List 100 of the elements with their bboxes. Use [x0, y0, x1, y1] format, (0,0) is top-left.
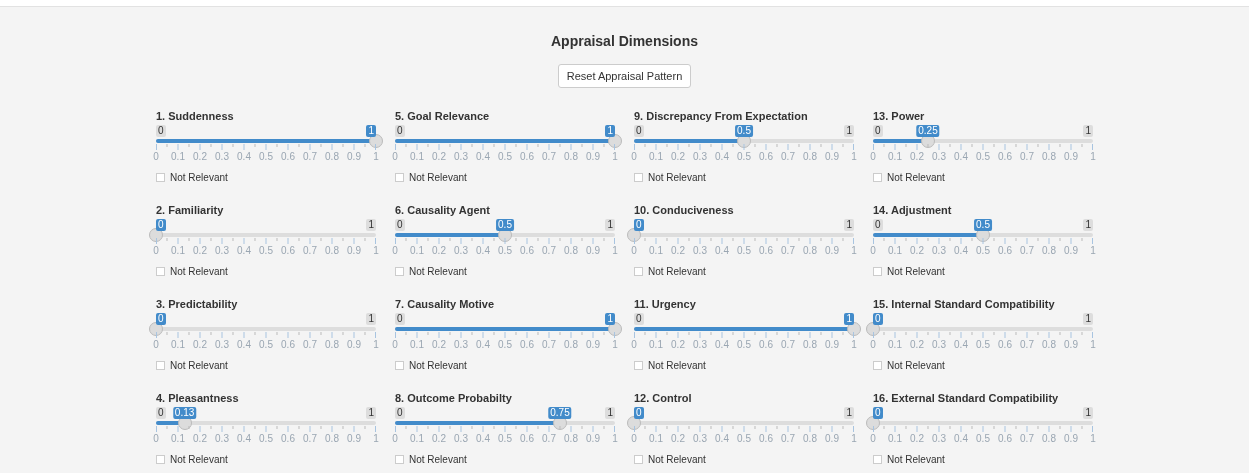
tick-label: 0.5: [976, 339, 990, 351]
tick-label: 0.7: [781, 151, 795, 163]
min-label: 0: [873, 219, 883, 231]
value-label: 0: [634, 219, 644, 231]
tick-label: 0.8: [325, 151, 339, 163]
checkbox[interactable]: [156, 173, 165, 182]
checkbox-label[interactable]: Not Relevant: [409, 360, 467, 371]
checkbox[interactable]: [634, 267, 643, 276]
checkbox[interactable]: [634, 455, 643, 464]
checkbox[interactable]: [873, 361, 882, 370]
slider-handle[interactable]: [627, 228, 641, 242]
tick-label: 0.2: [910, 245, 924, 257]
value-label: 0.5: [735, 125, 753, 137]
tick-label: 0.8: [325, 245, 339, 257]
tick-label: 0.1: [410, 245, 424, 257]
slider-label: 16. External Standard Compatibility: [873, 392, 1060, 406]
slider-handle[interactable]: [627, 416, 641, 430]
tick-label: 0.3: [932, 245, 946, 257]
tick-label: 0.4: [954, 433, 968, 445]
tick-label: 0.5: [976, 433, 990, 445]
tick-label: 0.6: [281, 433, 295, 445]
tick-label: 0.7: [542, 339, 556, 351]
tick-label: 0.3: [932, 339, 946, 351]
checkbox[interactable]: [156, 267, 165, 276]
tick-label: 0.6: [281, 245, 295, 257]
tick-label: 0.6: [759, 151, 773, 163]
value-label: 1: [605, 313, 615, 325]
checkbox-label[interactable]: Not Relevant: [170, 266, 228, 277]
tick-label: 0.4: [237, 245, 251, 257]
checkbox[interactable]: [156, 455, 165, 464]
checkbox[interactable]: [873, 455, 882, 464]
checkbox-label[interactable]: Not Relevant: [887, 266, 945, 277]
tick-label: 0.1: [410, 339, 424, 351]
checkbox-label[interactable]: Not Relevant: [170, 454, 228, 465]
checkbox-label[interactable]: Not Relevant: [409, 454, 467, 465]
checkbox[interactable]: [395, 267, 404, 276]
tick-label: 0.1: [171, 151, 185, 163]
tick-label: 0.8: [564, 245, 578, 257]
tick-label: 0.1: [649, 433, 663, 445]
slider-handle[interactable]: [866, 322, 880, 336]
tick-label: 0.5: [259, 339, 273, 351]
slider-label: 10. Conduciveness: [634, 204, 735, 218]
checkbox[interactable]: [873, 267, 882, 276]
tick-label: 0.1: [888, 245, 902, 257]
value-label: 0: [873, 313, 883, 325]
tick-label: 0.7: [781, 339, 795, 351]
tick-label: 0.4: [954, 245, 968, 257]
checkbox-label[interactable]: Not Relevant: [887, 360, 945, 371]
tick-label: 0.9: [586, 433, 600, 445]
tick-label: 0.2: [432, 245, 446, 257]
max-label: 1: [366, 219, 376, 231]
checkbox[interactable]: [634, 361, 643, 370]
tick-label: 0.1: [171, 433, 185, 445]
tick-label: 0.3: [454, 339, 468, 351]
checkbox[interactable]: [156, 361, 165, 370]
tick-label: 0.6: [998, 151, 1012, 163]
checkbox-label[interactable]: Not Relevant: [170, 360, 228, 371]
tick-label: 0: [392, 151, 398, 163]
tick-label: 0.9: [825, 151, 839, 163]
tick-label: 0.7: [542, 151, 556, 163]
tick-label: 0.1: [649, 151, 663, 163]
value-label: 1: [844, 313, 854, 325]
checkbox-label[interactable]: Not Relevant: [648, 360, 706, 371]
checkbox-label[interactable]: Not Relevant: [648, 454, 706, 465]
checkbox-label[interactable]: Not Relevant: [170, 172, 228, 183]
tick-label: 0.6: [759, 433, 773, 445]
tick-label: 0.2: [671, 433, 685, 445]
tick-label: 0.6: [281, 151, 295, 163]
checkbox[interactable]: [395, 455, 404, 464]
tick-label: 1: [1090, 245, 1096, 257]
tick-label: 0.3: [693, 339, 707, 351]
tick-label: 0.3: [693, 245, 707, 257]
checkbox-label[interactable]: Not Relevant: [648, 266, 706, 277]
tick-label: 0.7: [1020, 339, 1034, 351]
checkbox[interactable]: [395, 173, 404, 182]
tick-label: 0.2: [193, 245, 207, 257]
slider-handle[interactable]: [149, 322, 163, 336]
tick-label: 0.1: [171, 339, 185, 351]
reset-button[interactable]: Reset Appraisal Pattern: [557, 64, 692, 88]
value-label: 0.13: [172, 407, 197, 419]
tick-label: 0.6: [520, 433, 534, 445]
max-label: 1: [1083, 407, 1093, 419]
checkbox[interactable]: [634, 173, 643, 182]
min-label: 0: [634, 313, 644, 325]
checkbox[interactable]: [395, 361, 404, 370]
tick-label: 0: [153, 433, 159, 445]
tick-label: 0: [153, 151, 159, 163]
checkbox-label[interactable]: Not Relevant: [648, 172, 706, 183]
checkbox[interactable]: [873, 173, 882, 182]
max-label: 1: [366, 407, 376, 419]
checkbox-label[interactable]: Not Relevant: [887, 454, 945, 465]
tick-label: 0.7: [303, 339, 317, 351]
checkbox-label[interactable]: Not Relevant: [409, 266, 467, 277]
tick-label: 0.4: [715, 339, 729, 351]
tick-label: 0.2: [671, 245, 685, 257]
tick-label: 0.6: [998, 339, 1012, 351]
checkbox-label[interactable]: Not Relevant: [409, 172, 467, 183]
slider-handle[interactable]: [149, 228, 163, 242]
slider-handle[interactable]: [866, 416, 880, 430]
checkbox-label[interactable]: Not Relevant: [887, 172, 945, 183]
